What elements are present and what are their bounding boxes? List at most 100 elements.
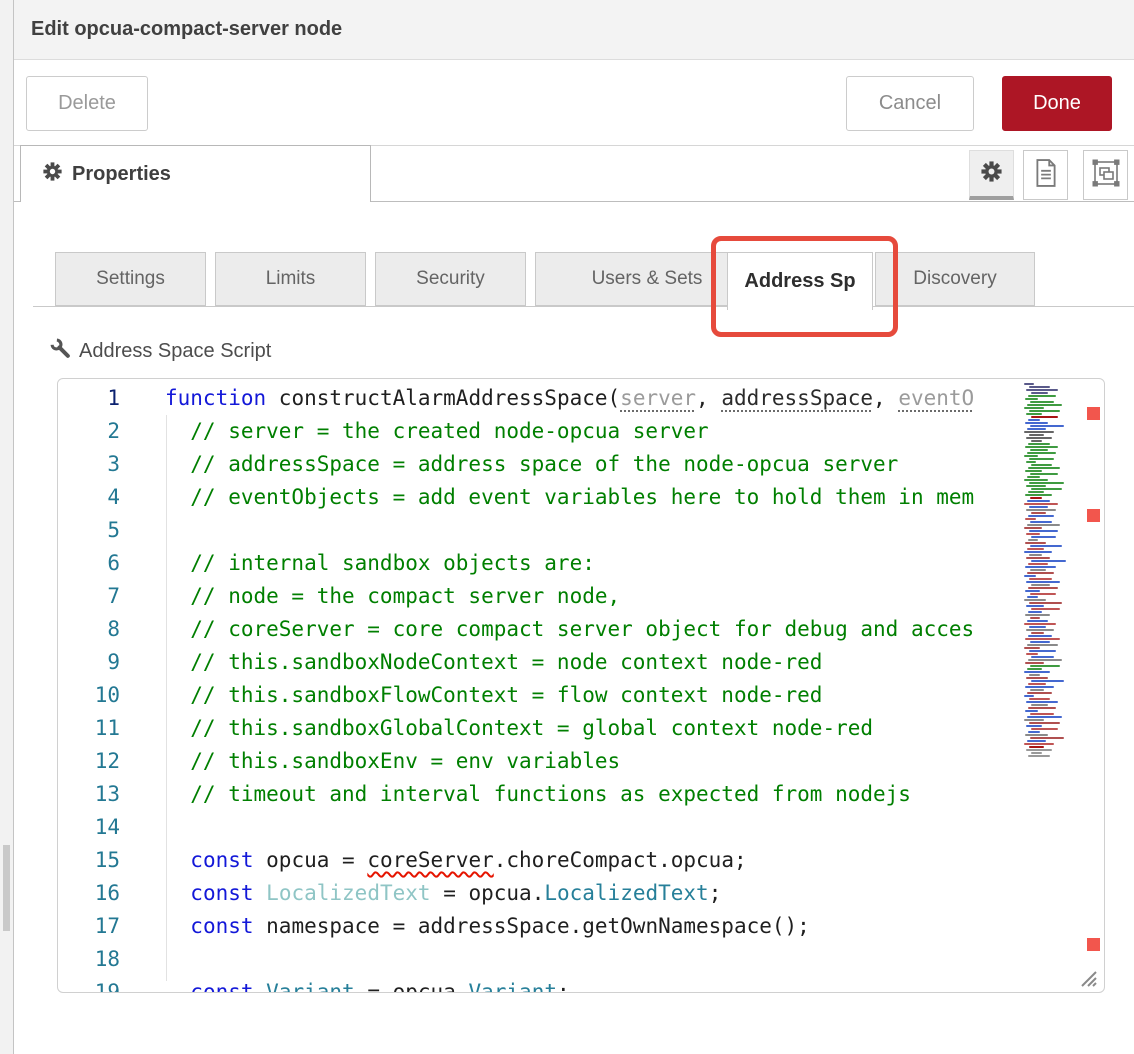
- line-number: 18: [58, 943, 165, 976]
- minimap-row: [1031, 704, 1048, 706]
- group-selection-icon: [1091, 158, 1121, 193]
- minimap-row: [1029, 554, 1042, 556]
- minimap-row: [1029, 482, 1064, 484]
- code-text: const Variant = opcua.Variant;: [165, 976, 570, 993]
- minimap-row: [1027, 692, 1052, 694]
- code-text: // timeout and interval functions as exp…: [165, 778, 911, 811]
- minimap-row: [1028, 587, 1058, 589]
- line-number: 2: [58, 415, 165, 448]
- minimap-row: [1029, 698, 1050, 700]
- tab-settings[interactable]: Settings: [55, 252, 206, 306]
- code-line: 14: [58, 811, 1021, 844]
- code-text: // this.sandboxEnv = env variables: [165, 745, 620, 778]
- line-number: 7: [58, 580, 165, 613]
- minimap-row: [1027, 500, 1050, 502]
- minimap-row: [1027, 596, 1038, 598]
- page-scrollbar[interactable]: [3, 845, 10, 931]
- minimap-row: [1025, 542, 1046, 544]
- line-number: 11: [58, 712, 165, 745]
- minimap-row: [1029, 602, 1062, 604]
- description-view-button[interactable]: [1023, 150, 1068, 200]
- address-space-script-label: Address Space Script: [50, 338, 271, 365]
- minimap-row: [1027, 740, 1046, 742]
- minimap-row: [1030, 425, 1064, 427]
- done-button[interactable]: Done: [1002, 76, 1112, 131]
- code-line: 17 const namespace = addressSpace.getOwn…: [58, 910, 1021, 943]
- minimap-row: [1029, 674, 1040, 676]
- tab-users-sets[interactable]: Users & Sets: [535, 252, 759, 306]
- code-line: 7 // node = the compact server node,: [58, 580, 1021, 613]
- line-number: 8: [58, 613, 165, 646]
- code-line: 4 // eventObjects = add event variables …: [58, 481, 1021, 514]
- tab-security-label: Security: [416, 268, 485, 290]
- minimap-row: [1026, 653, 1038, 655]
- tab-limits[interactable]: Limits: [215, 252, 366, 306]
- minimap-row: [1024, 551, 1052, 553]
- minimap-row: [1031, 656, 1054, 658]
- minimap-row: [1030, 569, 1046, 571]
- minimap-row: [1027, 644, 1058, 646]
- code-line: 8 // coreServer = core compact server ob…: [58, 613, 1021, 646]
- line-number: 16: [58, 877, 165, 910]
- gear-icon: [981, 161, 1002, 187]
- delete-button[interactable]: Delete: [26, 76, 148, 131]
- code-text: function constructAlarmAddressSpace(serv…: [165, 382, 974, 415]
- resize-grip-icon[interactable]: [1080, 970, 1097, 987]
- minimap-row: [1027, 620, 1048, 622]
- code-line: 18: [58, 943, 1021, 976]
- minimap-row: [1024, 455, 1038, 457]
- minimap-row: [1029, 722, 1060, 724]
- minimap-row: [1026, 725, 1042, 727]
- code-editor[interactable]: 1function constructAlarmAddressSpace(ser…: [57, 378, 1105, 993]
- minimap-row: [1028, 491, 1044, 493]
- minimap-row: [1026, 437, 1052, 439]
- minimap-row: [1024, 503, 1058, 505]
- minimap-row: [1025, 566, 1056, 568]
- tab-discovery[interactable]: Discovery: [875, 252, 1035, 306]
- line-number: 10: [58, 679, 165, 712]
- line-number: 15: [58, 844, 165, 877]
- minimap-row: [1029, 746, 1044, 748]
- minimap-row: [1029, 530, 1058, 532]
- wrench-icon: [50, 338, 79, 365]
- minimap-row: [1026, 605, 1044, 607]
- minimap[interactable]: [1022, 383, 1068, 963]
- minimap-row: [1030, 737, 1064, 739]
- minimap-row: [1026, 509, 1056, 511]
- minimap-row: [1030, 473, 1058, 475]
- minimap-row: [1025, 494, 1052, 496]
- code-line: 5: [58, 514, 1021, 547]
- error-marker[interactable]: [1087, 938, 1100, 951]
- tab-address-space[interactable]: Address Sp: [727, 252, 873, 310]
- tab-security[interactable]: Security: [375, 252, 526, 306]
- minimap-row: [1029, 506, 1048, 508]
- minimap-row: [1024, 743, 1054, 745]
- gear-icon: [43, 162, 72, 187]
- minimap-row: [1026, 533, 1040, 535]
- cancel-button[interactable]: Cancel: [846, 76, 974, 131]
- properties-view-button[interactable]: [969, 150, 1014, 200]
- code-line: 13 // timeout and interval functions as …: [58, 778, 1021, 811]
- minimap-row: [1025, 422, 1048, 424]
- line-number: 17: [58, 910, 165, 943]
- error-marker[interactable]: [1087, 509, 1100, 522]
- line-number: 12: [58, 745, 165, 778]
- code-text: // internal sandbox objects are:: [165, 547, 595, 580]
- minimap-row: [1028, 419, 1040, 421]
- error-marker[interactable]: [1087, 407, 1100, 420]
- minimap-row: [1030, 401, 1054, 403]
- minimap-row: [1026, 413, 1042, 415]
- minimap-row: [1028, 539, 1038, 541]
- code-line: 1function constructAlarmAddressSpace(ser…: [58, 382, 1021, 415]
- minimap-row: [1028, 755, 1050, 757]
- tab-users-sets-label: Users & Sets: [592, 268, 703, 290]
- code-text: const LocalizedText = opcua.LocalizedTex…: [165, 877, 721, 910]
- minimap-row: [1026, 389, 1058, 391]
- tab-properties[interactable]: Properties: [20, 145, 371, 202]
- minimap-row: [1028, 395, 1056, 397]
- minimap-row: [1025, 614, 1050, 616]
- dialog-header: Edit opcua-compact-server node: [14, 0, 1134, 60]
- minimap-row: [1026, 677, 1048, 679]
- code-text: // this.sandboxGlobalContext = global co…: [165, 712, 873, 745]
- appearance-view-button[interactable]: [1083, 150, 1128, 200]
